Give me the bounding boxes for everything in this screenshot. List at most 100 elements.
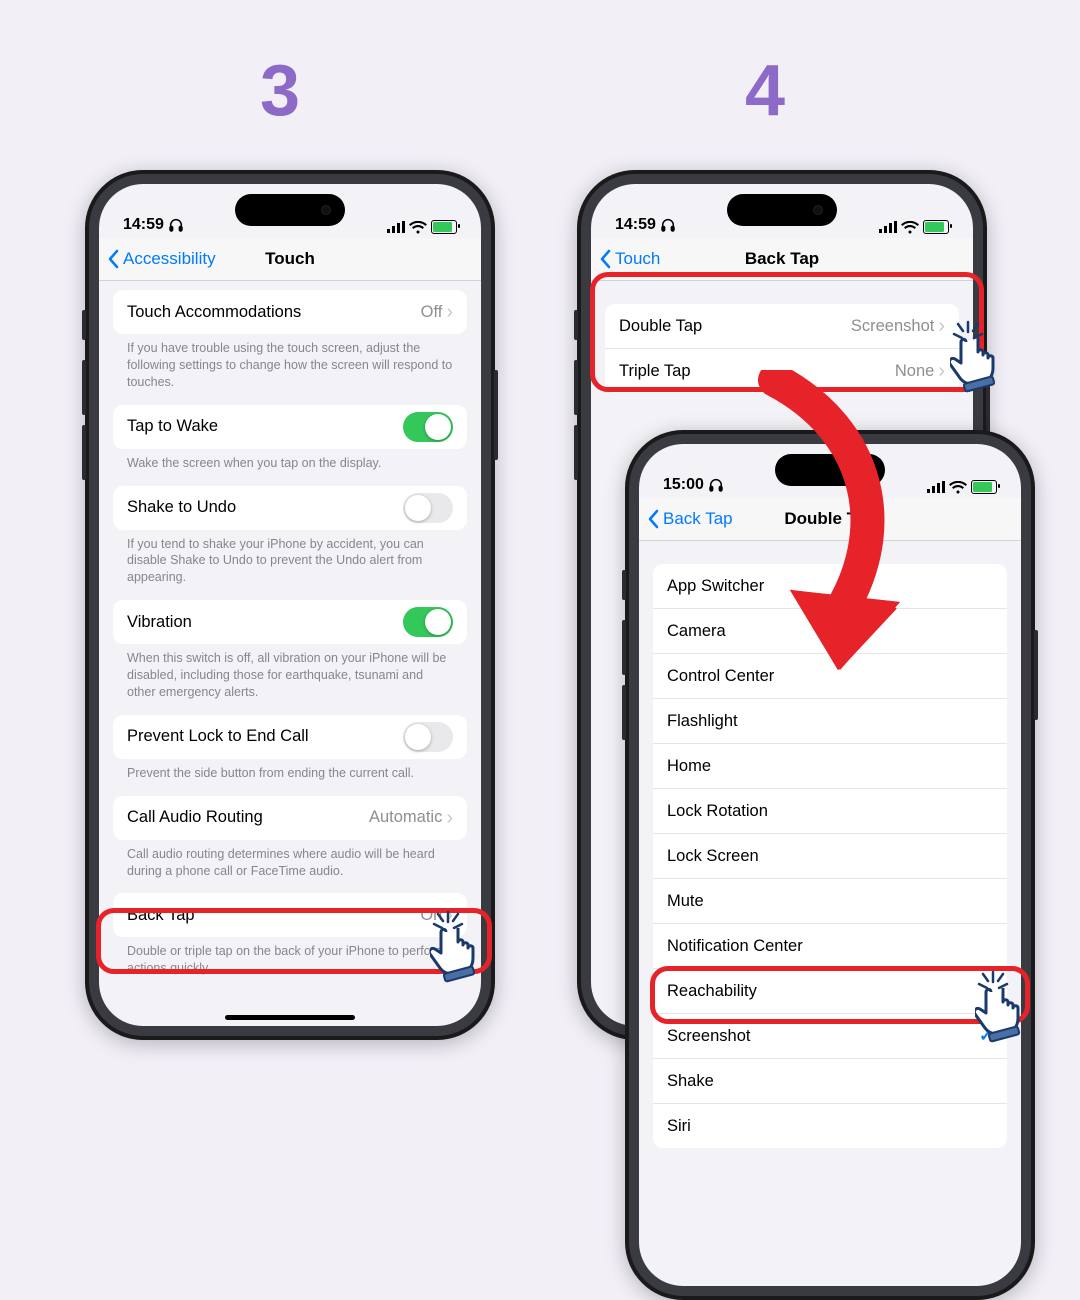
row-tap-to-wake[interactable]: Tap to Wake <box>113 405 467 449</box>
option-label: Screenshot <box>667 1027 750 1046</box>
option-reachability[interactable]: Reachability <box>653 968 1007 1013</box>
chevron-right-icon: › <box>446 302 453 322</box>
dynamic-island <box>775 454 885 486</box>
nav-title: Back Tap <box>745 249 819 269</box>
phone-double-tap: 15:00 Back Tap Double Tap App Switcher Ca… <box>625 430 1035 1300</box>
group-footer: Call audio routing determines where audi… <box>113 840 467 880</box>
option-siri[interactable]: Siri <box>653 1103 1007 1148</box>
row-label: Double Tap <box>619 317 702 336</box>
headphones-icon <box>168 217 184 233</box>
back-touch[interactable]: Touch <box>599 249 660 269</box>
chevron-right-icon: › <box>938 316 945 336</box>
group-footer: When this switch is off, all vibration o… <box>113 644 467 701</box>
row-label: Shake to Undo <box>127 498 236 517</box>
option-label: Lock Rotation <box>667 802 768 821</box>
cellular-icon <box>879 221 897 233</box>
row-back-tap[interactable]: Back Tap On› <box>113 893 467 937</box>
headphones-icon <box>660 217 676 233</box>
back-label: Accessibility <box>123 249 216 269</box>
row-vibration[interactable]: Vibration <box>113 600 467 644</box>
row-value: Off <box>421 303 443 322</box>
switch[interactable] <box>403 493 453 523</box>
status-time: 14:59 <box>123 216 164 234</box>
option-lock-rotation[interactable]: Lock Rotation <box>653 788 1007 833</box>
option-screenshot[interactable]: Screenshot ✓ <box>653 1013 1007 1058</box>
row-prevent-lock-to-end-call[interactable]: Prevent Lock to End Call <box>113 715 467 759</box>
option-label: Mute <box>667 892 704 911</box>
phone-touch-settings: 14:59 Accessibility Touch Touch Accommod… <box>85 170 495 1040</box>
group-footer: Wake the screen when you tap on the disp… <box>113 449 467 472</box>
battery-icon <box>431 220 457 234</box>
switch[interactable] <box>403 607 453 637</box>
option-label: Siri <box>667 1117 691 1136</box>
nav-title: Double Tap <box>784 509 875 529</box>
option-home[interactable]: Home <box>653 743 1007 788</box>
row-call-audio-routing[interactable]: Call Audio Routing Automatic› <box>113 796 467 840</box>
dynamic-island <box>727 194 837 226</box>
option-label: Home <box>667 757 711 776</box>
settings-content[interactable]: Touch AccommodationsOff›If you have trou… <box>99 276 481 1026</box>
row-label: Prevent Lock to End Call <box>127 727 309 746</box>
status-time: 15:00 <box>663 476 704 494</box>
row-double-tap[interactable]: Double Tap Screenshot› <box>605 304 959 348</box>
row-label: Triple Tap <box>619 362 691 381</box>
back-back-tap[interactable]: Back Tap <box>647 509 733 529</box>
option-label: App Switcher <box>667 577 764 596</box>
option-label: Flashlight <box>667 712 738 731</box>
option-app-switcher[interactable]: App Switcher <box>653 564 1007 608</box>
row-label: Vibration <box>127 613 192 632</box>
option-label: Notification Center <box>667 937 803 956</box>
cellular-icon <box>927 481 945 493</box>
nav-bar: Back Tap Double Tap <box>639 498 1021 541</box>
dynamic-island <box>235 194 345 226</box>
row-label: Back Tap <box>127 906 195 925</box>
row-value: Automatic <box>369 808 442 827</box>
row-value: Screenshot <box>851 317 934 336</box>
chevron-left-icon <box>647 509 659 529</box>
row-shake-to-undo[interactable]: Shake to Undo <box>113 486 467 530</box>
nav-bar: Accessibility Touch <box>99 238 481 281</box>
chevron-left-icon <box>599 249 611 269</box>
row-label: Call Audio Routing <box>127 808 263 827</box>
option-control-center[interactable]: Control Center <box>653 653 1007 698</box>
group-footer: If you have trouble using the touch scre… <box>113 334 467 391</box>
nav-title: Touch <box>265 249 315 269</box>
group-footer: If you tend to shake your iPhone by acci… <box>113 530 467 587</box>
option-label: Shake <box>667 1072 714 1091</box>
chevron-right-icon: › <box>938 361 945 381</box>
wifi-icon <box>949 481 967 494</box>
option-label: Camera <box>667 622 726 641</box>
row-touch-accommodations[interactable]: Touch Accommodations Off› <box>113 290 467 334</box>
option-camera[interactable]: Camera <box>653 608 1007 653</box>
row-label: Touch Accommodations <box>127 303 301 322</box>
option-mute[interactable]: Mute <box>653 878 1007 923</box>
step-number-3: 3 <box>260 50 300 132</box>
option-label: Reachability <box>667 982 757 1001</box>
option-notification-center[interactable]: Notification Center <box>653 923 1007 968</box>
chevron-right-icon: › <box>446 808 453 828</box>
switch[interactable] <box>403 722 453 752</box>
back-accessibility[interactable]: Accessibility <box>107 249 216 269</box>
battery-icon <box>923 220 949 234</box>
row-value: None <box>895 362 934 381</box>
wifi-icon <box>409 221 427 234</box>
row-value: On <box>420 906 442 925</box>
option-shake[interactable]: Shake <box>653 1058 1007 1103</box>
nav-bar: Touch Back Tap <box>591 238 973 281</box>
back-label: Back Tap <box>663 509 733 529</box>
option-flashlight[interactable]: Flashlight <box>653 698 1007 743</box>
checkmark-icon: ✓ <box>979 1026 993 1046</box>
home-indicator[interactable] <box>225 1015 355 1020</box>
row-triple-tap[interactable]: Triple Tap None› <box>605 348 959 393</box>
headphones-icon <box>708 477 724 493</box>
back-label: Touch <box>615 249 660 269</box>
option-label: Lock Screen <box>667 847 759 866</box>
option-lock-screen[interactable]: Lock Screen <box>653 833 1007 878</box>
group-footer: Double or triple tap on the back of your… <box>113 937 467 977</box>
chevron-left-icon <box>107 249 119 269</box>
status-time: 14:59 <box>615 216 656 234</box>
chevron-right-icon: › <box>446 905 453 925</box>
battery-icon <box>971 480 997 494</box>
switch[interactable] <box>403 412 453 442</box>
settings-content[interactable]: App Switcher Camera Control Center Flashlig… <box>639 536 1021 1286</box>
